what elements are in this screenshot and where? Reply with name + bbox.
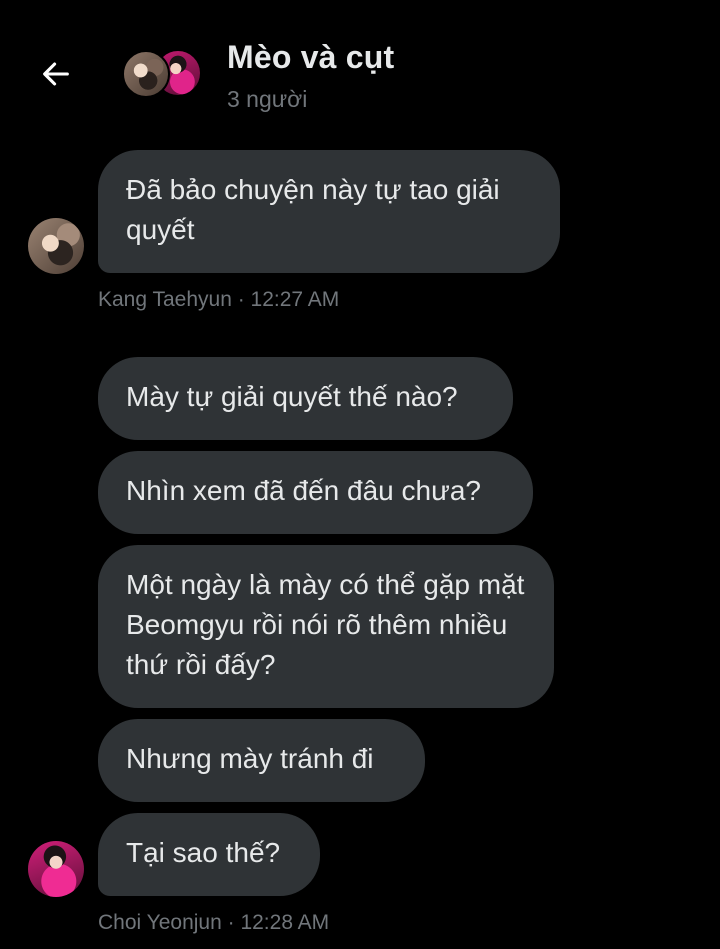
sender-avatar[interactable] (28, 218, 84, 274)
conversation-title[interactable]: Mèo và cụt (227, 39, 394, 76)
group-avatar[interactable] (122, 49, 204, 101)
message-bubble[interactable]: Nhìn xem đã đến đâu chưa? (98, 451, 533, 534)
message-meta: Kang Taehyun · 12:27 AM (98, 288, 340, 311)
message-meta: Choi Yeonjun · 12:28 AM (98, 911, 330, 934)
participant-count: 3 người (227, 86, 308, 112)
message-bubble[interactable]: Mày tự giải quyết thế nào? (98, 357, 513, 440)
member-avatar (122, 50, 170, 98)
message-bubble[interactable]: Nhưng mày tránh đi (98, 719, 425, 802)
message-bubble[interactable]: Tại sao thế? (98, 813, 320, 896)
arrow-left-icon (43, 62, 69, 86)
back-button[interactable] (38, 56, 74, 92)
message-bubble[interactable]: Một ngày là mày có thể gặp mặt Beomgyu r… (98, 545, 554, 708)
sender-avatar[interactable] (28, 841, 84, 897)
message-bubble[interactable]: Đã bảo chuyện này tự tao giải quyết (98, 150, 560, 273)
